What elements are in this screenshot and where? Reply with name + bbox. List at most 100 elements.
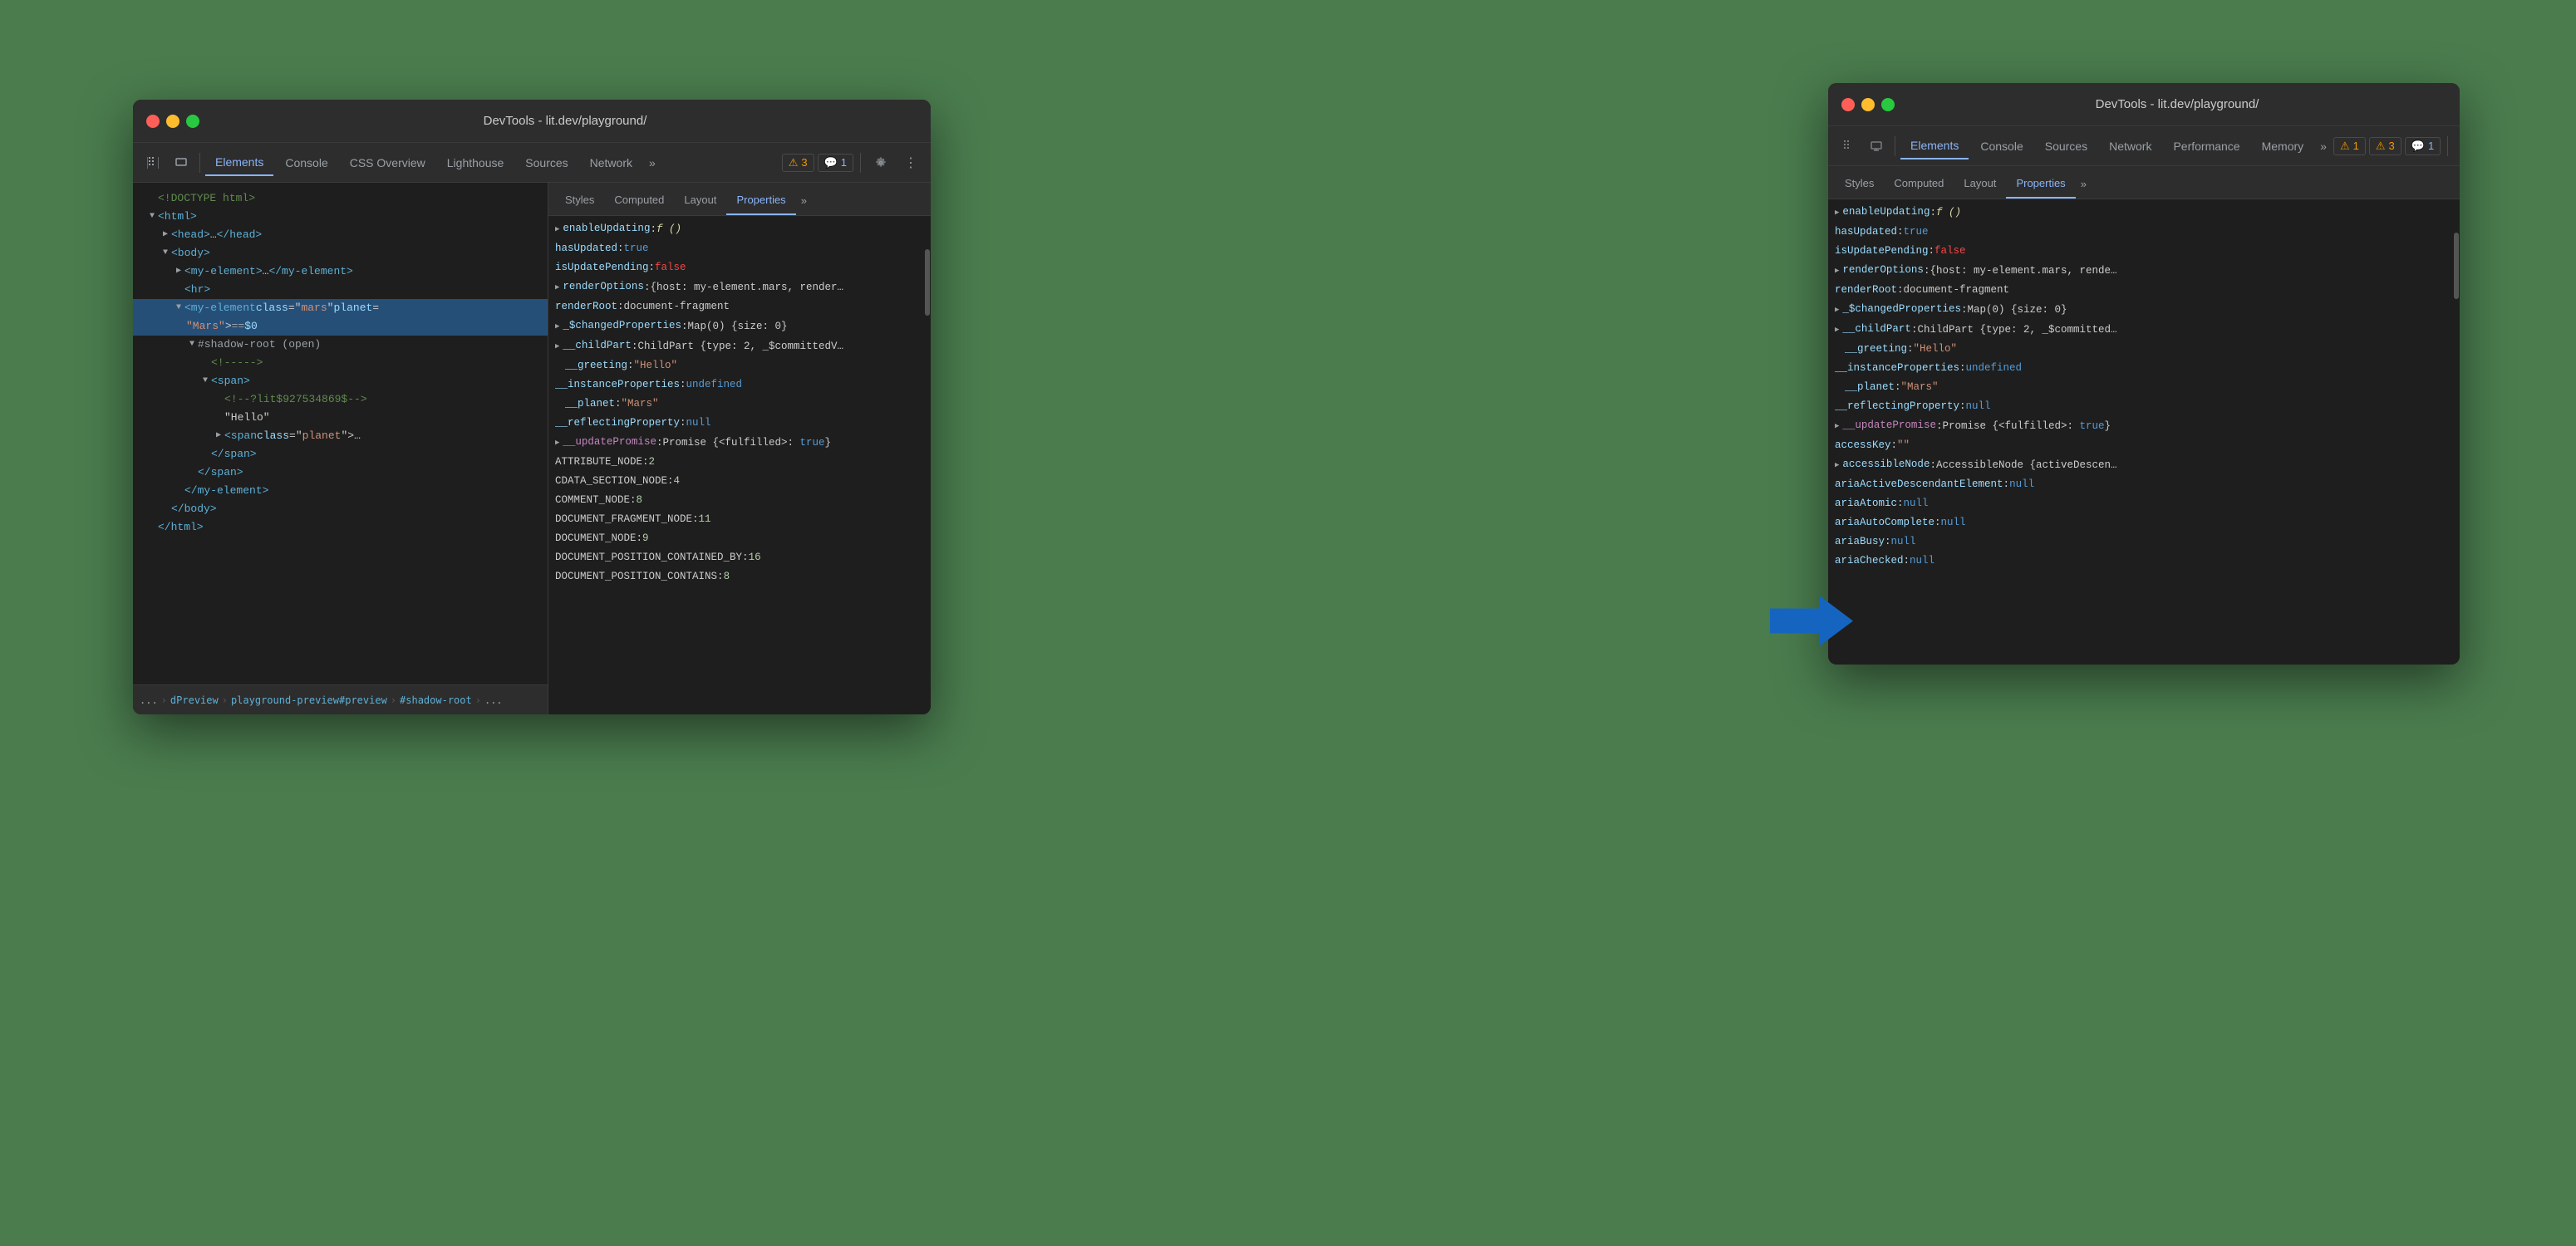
dom-line-body[interactable]: ▼ <body> — [133, 244, 548, 262]
panel-tab-properties-front[interactable]: Properties — [2006, 169, 2075, 199]
prop-comment-node-back[interactable]: COMMENT_NODE : 8 — [548, 491, 924, 510]
dom-tree-back[interactable]: <!DOCTYPE html> ▼ <html> ▶ <head>…</head… — [133, 183, 548, 684]
prop-reflecting-prop-back[interactable]: __reflectingProperty : null — [548, 414, 924, 433]
tab-console-back[interactable]: Console — [275, 150, 337, 176]
prop-accessible-node-front[interactable]: accessibleNode : AccessibleNode {activeD… — [1828, 455, 2453, 475]
breadcrumb-shadow-root[interactable]: #shadow-root — [400, 694, 472, 706]
prop-doc-pos-contains-back[interactable]: DOCUMENT_POSITION_CONTAINS : 8 — [548, 567, 924, 586]
prop-render-options-back[interactable]: renderOptions : {host: my-element.mars, … — [548, 277, 924, 297]
tab-overflow-back[interactable]: » — [644, 150, 661, 176]
dom-line-my-element-close[interactable]: </my-element> — [133, 482, 548, 500]
dom-line-doctype[interactable]: <!DOCTYPE html> — [133, 189, 548, 208]
tab-network-front[interactable]: Network — [2099, 133, 2161, 159]
prop-render-options-front[interactable]: renderOptions : {host: my-element.mars, … — [1828, 261, 2453, 281]
prop-is-update-pending-front[interactable]: isUpdatePending : false — [1828, 242, 2453, 261]
scrollbar-front[interactable] — [2453, 199, 2460, 665]
prop-doc-pos-contained-back[interactable]: DOCUMENT_POSITION_CONTAINED_BY : 16 — [548, 548, 924, 567]
dom-line-span-planet[interactable]: ▶ <span class="planet">… — [133, 427, 548, 445]
dom-line-span-close-2[interactable]: </span> — [133, 464, 548, 482]
tab-network-back[interactable]: Network — [580, 150, 642, 176]
close-button-front[interactable] — [1841, 98, 1855, 111]
prop-aria-active-desc-front[interactable]: ariaActiveDescendantElement : null — [1828, 475, 2453, 494]
dom-line-my-element-selected[interactable]: ▼ <my-element class="mars" planet= — [133, 299, 548, 317]
dom-line-head[interactable]: ▶ <head>…</head> — [133, 226, 548, 244]
prop-has-updated-back[interactable]: hasUpdated : true — [548, 239, 924, 258]
prop-greeting-front[interactable]: __greeting : "Hello" — [1828, 340, 2453, 359]
prop-is-update-pending-back[interactable]: isUpdatePending : false — [548, 258, 924, 277]
panel-tab-computed-back[interactable]: Computed — [604, 185, 674, 215]
warning-badge-2-front[interactable]: ⚠ 3 — [2369, 137, 2401, 155]
minimize-button-back[interactable] — [166, 115, 179, 128]
minimize-button-front[interactable] — [1861, 98, 1875, 111]
scrollbar-thumb-front[interactable] — [2454, 233, 2459, 299]
settings-icon-front[interactable] — [2455, 133, 2460, 159]
breadcrumb-dpreview[interactable]: dPreview — [170, 694, 219, 706]
prop-planet-front[interactable]: __planet : "Mars" — [1828, 378, 2453, 397]
dom-line-body-close[interactable]: </body> — [133, 500, 548, 518]
inspect-icon-front[interactable] — [1835, 133, 1861, 159]
panel-tab-computed-front[interactable]: Computed — [1884, 169, 1954, 199]
prop-update-promise-back[interactable]: __updatePromise : Promise {<fulfilled>: … — [548, 433, 924, 453]
warning-badge-1-front[interactable]: ⚠ 1 — [2333, 137, 2366, 155]
prop-greeting-back[interactable]: __greeting : "Hello" — [548, 356, 924, 375]
panel-tab-layout-front[interactable]: Layout — [1954, 169, 2006, 199]
dom-line-html[interactable]: ▼ <html> — [133, 208, 548, 226]
warning-badge-back[interactable]: ⚠ 3 — [782, 154, 814, 172]
prop-child-part-front[interactable]: __childPart : ChildPart {type: 2, _$comm… — [1828, 320, 2453, 340]
prop-instance-props-back[interactable]: __instanceProperties : undefined — [548, 375, 924, 395]
prop-changed-props-front[interactable]: _$changedProperties : Map(0) {size: 0} — [1828, 300, 2453, 320]
prop-attribute-node-back[interactable]: ATTRIBUTE_NODE : 2 — [548, 453, 924, 472]
info-badge-back[interactable]: 💬 1 — [818, 154, 853, 172]
dom-line-span-close[interactable]: </span> — [133, 445, 548, 464]
properties-content-front[interactable]: enableUpdating : f () hasUpdated : true … — [1828, 199, 2453, 665]
dom-line-comment-2[interactable]: <!--?lit$927534869$--> — [133, 390, 548, 409]
prop-cdata-node-back[interactable]: CDATA_SECTION_NODE : 4 — [548, 472, 924, 491]
dom-line-hr[interactable]: <hr> — [133, 281, 548, 299]
prop-aria-checked-front[interactable]: ariaChecked : null — [1828, 552, 2453, 571]
prop-planet-back[interactable]: __planet : "Mars" — [548, 395, 924, 414]
tab-lighthouse-back[interactable]: Lighthouse — [437, 150, 514, 176]
device-icon[interactable] — [168, 150, 194, 176]
tab-overflow-front[interactable]: » — [2315, 133, 2332, 159]
prop-aria-busy-front[interactable]: ariaBusy : null — [1828, 532, 2453, 552]
prop-render-root-back[interactable]: renderRoot : document-fragment — [548, 297, 924, 316]
prop-reflecting-prop-front[interactable]: __reflectingProperty : null — [1828, 397, 2453, 416]
more-icon-back[interactable]: ⋮ — [897, 150, 924, 176]
prop-access-key-front[interactable]: accessKey : "" — [1828, 436, 2453, 455]
panel-tab-overflow-back[interactable]: » — [796, 185, 812, 215]
close-button-back[interactable] — [146, 115, 160, 128]
device-icon-front[interactable] — [1863, 133, 1890, 159]
prop-doc-node-back[interactable]: DOCUMENT_NODE : 9 — [548, 529, 924, 548]
tab-sources-back[interactable]: Sources — [515, 150, 578, 176]
prop-aria-autocomplete-front[interactable]: ariaAutoComplete : null — [1828, 513, 2453, 532]
tab-console-front[interactable]: Console — [1970, 133, 2033, 159]
scrollbar-thumb-back[interactable] — [925, 249, 930, 316]
tab-css-overview-back[interactable]: CSS Overview — [340, 150, 435, 176]
prop-update-promise-front[interactable]: __updatePromise : Promise {<fulfilled>: … — [1828, 416, 2453, 436]
prop-enable-updating-back[interactable]: enableUpdating : f () — [548, 219, 924, 239]
maximize-button-back[interactable] — [186, 115, 199, 128]
dom-line-my-element-1[interactable]: ▶ <my-element>…</my-element> — [133, 262, 548, 281]
dom-line-my-element-selected-2[interactable]: "Mars"> == $0 — [133, 317, 548, 336]
scrollbar-back[interactable] — [924, 216, 931, 714]
dom-line-shadow-root[interactable]: ▼ #shadow-root (open) — [133, 336, 548, 354]
panel-tab-styles-back[interactable]: Styles — [555, 185, 604, 215]
prop-instance-props-front[interactable]: __instanceProperties : undefined — [1828, 359, 2453, 378]
tab-sources-front[interactable]: Sources — [2035, 133, 2097, 159]
properties-content-back[interactable]: enableUpdating : f () hasUpdated : true … — [548, 216, 924, 714]
inspect-icon[interactable] — [140, 150, 166, 176]
breadcrumb-playground-preview[interactable]: playground-preview#preview — [231, 694, 387, 706]
prop-render-root-front[interactable]: renderRoot : document-fragment — [1828, 281, 2453, 300]
panel-tab-properties-back[interactable]: Properties — [726, 185, 795, 215]
dom-line-span-open[interactable]: ▼ <span> — [133, 372, 548, 390]
prop-doc-frag-node-back[interactable]: DOCUMENT_FRAGMENT_NODE : 11 — [548, 510, 924, 529]
dom-line-html-close[interactable]: </html> — [133, 518, 548, 537]
prop-aria-atomic-front[interactable]: ariaAtomic : null — [1828, 494, 2453, 513]
panel-tab-layout-back[interactable]: Layout — [674, 185, 726, 215]
settings-icon-back[interactable] — [868, 150, 894, 176]
tab-performance-front[interactable]: Performance — [2163, 133, 2249, 159]
panel-tab-overflow-front[interactable]: » — [2076, 169, 2092, 199]
prop-has-updated-front[interactable]: hasUpdated : true — [1828, 223, 2453, 242]
prop-enable-updating-front[interactable]: enableUpdating : f () — [1828, 203, 2453, 223]
maximize-button-front[interactable] — [1881, 98, 1895, 111]
